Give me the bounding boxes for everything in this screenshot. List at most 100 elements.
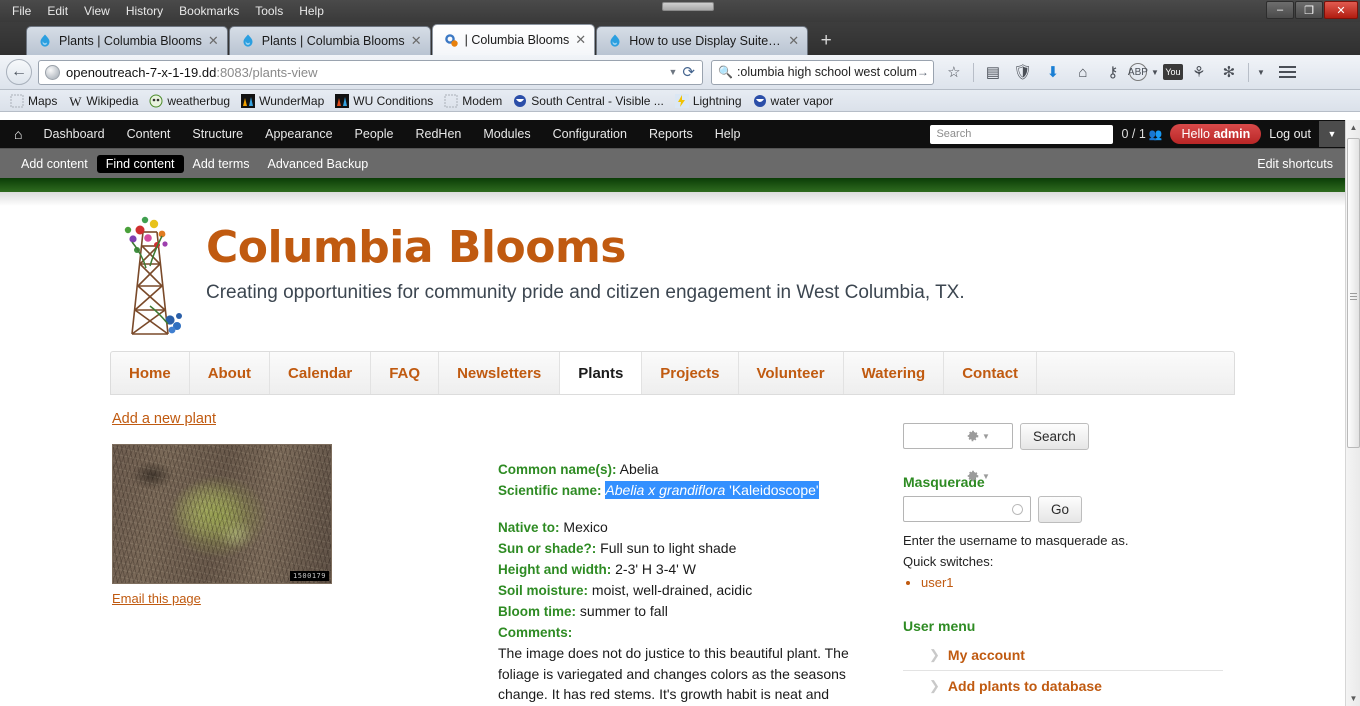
tab-close-icon[interactable]: ✕ (575, 32, 586, 48)
admin-menu-redhen[interactable]: RedHen (404, 121, 472, 147)
scrollbar-thumb[interactable] (1347, 138, 1360, 448)
runner-icon[interactable]: ⚘ (1185, 59, 1213, 85)
plant-image[interactable]: 1500179 (112, 444, 332, 584)
url-bar[interactable]: openoutreach-7-x-1-19.dd:8083/plants-vie… (38, 59, 703, 85)
site-name[interactable]: Columbia Blooms (206, 226, 965, 270)
chevron-down-icon[interactable]: ▼ (664, 67, 683, 77)
edit-shortcuts-link[interactable]: Edit shortcuts (1257, 157, 1333, 171)
logout-link[interactable]: Log out (1269, 127, 1311, 141)
oil-derrick-with-flowers-logo[interactable] (110, 212, 188, 340)
user-menu-item-my-account[interactable]: ❯ My account (903, 640, 1223, 671)
shortcut-add-terms[interactable]: Add terms (184, 155, 259, 173)
admin-menu-dashboard[interactable]: Dashboard (32, 121, 115, 147)
shortcut-add-content[interactable]: Add content (12, 155, 97, 173)
admin-menu-modules[interactable]: Modules (472, 121, 541, 147)
bookmark-modem[interactable]: Modem (440, 94, 506, 108)
menu-file[interactable]: File (4, 2, 39, 20)
triangle-down-icon[interactable]: ▼ (1346, 691, 1360, 706)
browser-tab-3-active[interactable]: | Columbia Blooms ✕ (431, 24, 596, 55)
nav-newsletters[interactable]: Newsletters (439, 352, 561, 394)
nav-plants[interactable]: Plants (560, 352, 643, 394)
greeting-badge[interactable]: Hello admin (1170, 124, 1262, 144)
home-icon[interactable]: ⌂ (0, 126, 32, 142)
chevron-down-icon[interactable]: ▼ (982, 472, 990, 481)
nav-home[interactable]: Home (111, 352, 190, 394)
new-tab-button[interactable]: + (813, 27, 839, 55)
admin-menu-help[interactable]: Help (704, 121, 752, 147)
reload-icon[interactable]: ⟳ (682, 63, 698, 81)
chevron-down-icon[interactable]: ▼ (982, 432, 990, 441)
masquerade-input[interactable] (903, 496, 1031, 522)
back-button[interactable]: ← (6, 59, 32, 85)
browser-tab-2[interactable]: Plants | Columbia Blooms ✕ (228, 26, 431, 55)
hamburger-menu-icon[interactable] (1274, 59, 1302, 85)
search-input-value[interactable]: :olumbia high school west colum (737, 65, 917, 79)
nav-contact[interactable]: Contact (944, 352, 1038, 394)
nav-volunteer[interactable]: Volunteer (739, 352, 844, 394)
bookmark-south-central[interactable]: South Central - Visible ... (509, 94, 668, 108)
nav-calendar[interactable]: Calendar (270, 352, 372, 394)
user-menu-item-add-plants[interactable]: ❯ Add plants to database (903, 671, 1223, 701)
admin-menu-configuration[interactable]: Configuration (542, 121, 638, 147)
close-button[interactable]: ✕ (1324, 1, 1358, 19)
tab-close-icon[interactable]: ✕ (788, 33, 799, 49)
nav-projects[interactable]: Projects (642, 352, 739, 394)
triangle-up-icon[interactable]: ▲ (1346, 120, 1360, 135)
contextual-links-gear-top[interactable]: ▼ (966, 429, 990, 443)
browser-search-box[interactable]: 🔍 :olumbia high school west colum → (711, 59, 934, 85)
maximize-button[interactable]: ❐ (1295, 1, 1323, 19)
chevron-down-icon[interactable]: ▼ (1319, 121, 1345, 147)
bookmark-maps[interactable]: Maps (6, 94, 61, 108)
admin-menu-reports[interactable]: Reports (638, 121, 704, 147)
menu-edit[interactable]: Edit (39, 2, 76, 20)
chevron-down-icon[interactable]: ▼ (1149, 59, 1161, 85)
minimize-button[interactable]: – (1266, 1, 1294, 19)
admin-menu-structure[interactable]: Structure (181, 121, 254, 147)
menu-help[interactable]: Help (291, 2, 332, 20)
admin-menu-people[interactable]: People (344, 121, 405, 147)
youtube-icon[interactable]: You (1162, 64, 1183, 80)
browser-tab-1[interactable]: Plants | Columbia Blooms ✕ (26, 26, 228, 55)
bookmark-water-vapor[interactable]: water vapor (749, 94, 838, 108)
menu-view[interactable]: View (76, 2, 118, 20)
star-icon[interactable]: ☆ (940, 59, 968, 85)
nav-watering[interactable]: Watering (844, 352, 945, 394)
admin-menu-appearance[interactable]: Appearance (254, 121, 343, 147)
chevron-down-icon[interactable]: ▼ (1254, 59, 1268, 85)
bookmark-wu-conditions[interactable]: WU Conditions (331, 93, 437, 108)
menu-history[interactable]: History (118, 2, 171, 20)
reader-icon[interactable]: ▤ (979, 59, 1007, 85)
search-go-icon[interactable]: → (917, 65, 929, 79)
search-button[interactable]: Search (1020, 423, 1089, 450)
home-icon[interactable]: ⌂ (1069, 59, 1097, 85)
user-menu-link[interactable]: Add plants to database (948, 678, 1102, 694)
tab-close-icon[interactable]: ✕ (411, 33, 422, 49)
bookmark-wundermap[interactable]: WunderMap (237, 93, 328, 108)
admin-menu-content[interactable]: Content (116, 121, 182, 147)
masquerade-go-button[interactable]: Go (1038, 496, 1083, 523)
browser-tab-4[interactable]: How to use Display Suite t... ✕ (596, 26, 809, 55)
vertical-scrollbar[interactable]: ▲ ▼ (1345, 120, 1360, 706)
key-icon[interactable]: ⚷ (1099, 59, 1127, 85)
user-menu-link[interactable]: My account (948, 647, 1025, 663)
tab-close-icon[interactable]: ✕ (208, 33, 219, 49)
bookmark-wikipedia[interactable]: W Wikipedia (64, 94, 142, 109)
search-input[interactable] (903, 423, 1013, 449)
nav-faq[interactable]: FAQ (371, 352, 440, 394)
window-drag-handle[interactable] (662, 2, 714, 11)
shield-icon[interactable]: 🛡 (1009, 59, 1037, 85)
menu-bookmarks[interactable]: Bookmarks (171, 2, 247, 20)
quick-switch-user1[interactable]: user1 (921, 575, 954, 590)
admin-search-input[interactable]: Search (930, 124, 1114, 144)
spider-icon[interactable]: ✻ (1215, 59, 1243, 85)
nav-about[interactable]: About (190, 352, 271, 394)
shortcut-advanced-backup[interactable]: Advanced Backup (258, 155, 377, 173)
contextual-links-gear-field[interactable]: ▼ (966, 469, 990, 483)
abp-icon[interactable]: ABP (1128, 63, 1148, 81)
menu-tools[interactable]: Tools (247, 2, 291, 20)
download-arrow-icon[interactable]: ⬇ (1039, 59, 1067, 85)
shortcut-find-content[interactable]: Find content (96, 154, 184, 173)
email-this-page-link[interactable]: Email this page (112, 591, 201, 606)
add-new-plant-link[interactable]: Add a new plant (112, 411, 216, 427)
bookmark-lightning[interactable]: Lightning (671, 93, 746, 108)
